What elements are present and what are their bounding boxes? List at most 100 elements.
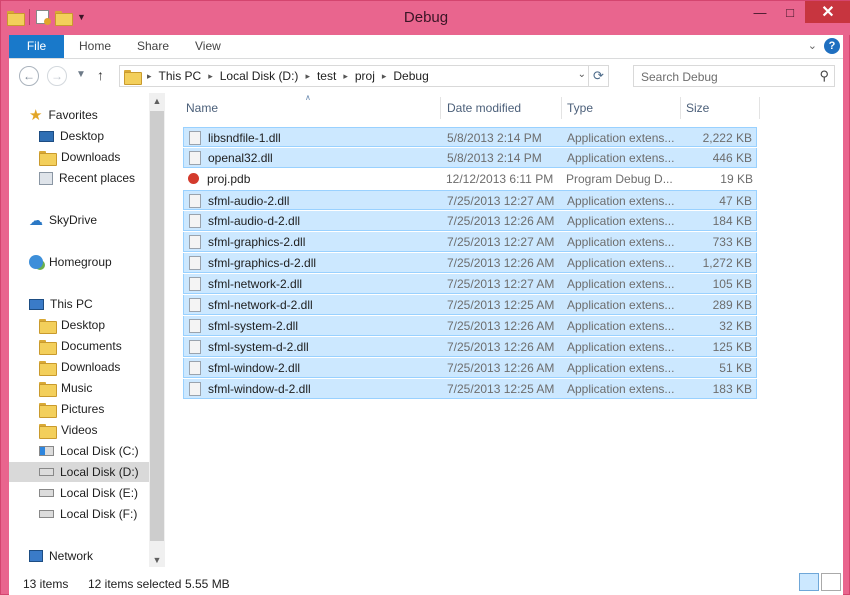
column-divider[interactable] (759, 97, 760, 119)
tab-view[interactable]: View (195, 35, 221, 58)
details-view-icon[interactable] (799, 573, 819, 591)
table-row[interactable]: libsndfile-1.dll 5/8/2013 2:14 PM Applicat… (183, 127, 757, 147)
search-icon[interactable]: ⚲ (819, 68, 829, 84)
nav-item-music[interactable]: Music (39, 378, 92, 398)
nav-this-pc[interactable]: This PC (29, 294, 93, 314)
chevron-right-icon[interactable]: ▸ (343, 71, 348, 82)
drive-icon (39, 510, 54, 518)
cloud-icon: ☁ (29, 211, 43, 228)
column-header-size[interactable]: Size (686, 101, 709, 115)
column-header-date[interactable]: Date modified (447, 101, 521, 115)
file-size: 2,222 KB (702, 131, 752, 145)
nav-item-local-disk-d[interactable]: Local Disk (D:) (9, 462, 149, 482)
close-button[interactable]: ✕ (805, 1, 850, 23)
back-button[interactable]: ← (19, 66, 39, 86)
dll-file-icon (189, 340, 201, 354)
file-name: libsndfile-1.dll (208, 131, 281, 145)
chevron-right-icon[interactable]: ▸ (305, 71, 310, 82)
tab-home[interactable]: Home (79, 35, 111, 58)
tab-file[interactable]: File (9, 35, 64, 58)
column-divider[interactable] (440, 97, 441, 119)
file-size: 1,272 KB (702, 256, 752, 270)
scrollbar-thumb[interactable] (150, 111, 164, 541)
nav-item-pictures[interactable]: Pictures (39, 399, 104, 419)
chevron-right-icon[interactable]: ▸ (147, 71, 152, 82)
breadcrumb-local-disk-d[interactable]: Local Disk (D:) (220, 69, 299, 83)
window-controls: — □ ✕ (745, 1, 850, 23)
nav-favorites[interactable]: ★ Favorites (29, 105, 98, 125)
pictures-icon (39, 402, 57, 418)
file-type: Application extens... (567, 235, 675, 249)
nav-item-local-disk-f[interactable]: Local Disk (F:) (39, 504, 137, 524)
folder-icon (124, 69, 142, 85)
computer-icon (29, 298, 44, 310)
nav-label: Music (61, 381, 93, 395)
nav-item-videos[interactable]: Videos (39, 420, 97, 440)
nav-label: Documents (61, 339, 122, 353)
help-icon[interactable]: ? (824, 38, 840, 54)
table-row[interactable]: sfml-graphics-2.dll 7/25/2013 12:27 AM App… (183, 232, 757, 252)
nav-item-desktop-pc[interactable]: Desktop (39, 315, 105, 335)
column-header-type[interactable]: Type (567, 101, 593, 115)
large-icons-view-icon[interactable] (821, 573, 841, 591)
dll-file-icon (189, 382, 201, 396)
chevron-right-icon[interactable]: ▸ (382, 71, 387, 82)
nav-item-desktop[interactable]: Desktop (39, 126, 104, 146)
dll-file-icon (189, 151, 201, 165)
tab-share[interactable]: Share (137, 35, 169, 58)
chevron-down-icon[interactable]: ⌄ (578, 69, 586, 80)
table-row[interactable]: sfml-graphics-d-2.dll 7/25/2013 12:26 AM A… (183, 253, 757, 273)
file-type: Application extens... (567, 151, 675, 165)
sort-ascending-icon: ∧ (305, 93, 311, 102)
table-row[interactable]: sfml-system-2.dll 7/25/2013 12:26 AM Appli… (183, 316, 757, 336)
drive-icon (39, 468, 54, 476)
column-header-name[interactable]: Name (186, 101, 218, 115)
nav-item-downloads-pc[interactable]: Downloads (39, 357, 120, 377)
file-name: sfml-system-2.dll (208, 319, 299, 333)
scroll-up-icon[interactable]: ▲ (149, 96, 165, 106)
selection-count: 12 items selected (88, 577, 182, 591)
recent-locations-icon[interactable]: ▼ (76, 69, 86, 80)
address-bar[interactable]: ▸ This PC ▸ Local Disk (D:) ▸ test ▸ pro… (119, 65, 609, 87)
homegroup-icon (29, 255, 43, 269)
table-row[interactable]: openal32.dll 5/8/2013 2:14 PM Application … (183, 148, 757, 168)
chevron-right-icon[interactable]: ▸ (208, 71, 213, 82)
nav-skydrive[interactable]: ☁ SkyDrive (29, 210, 97, 230)
navigation-scrollbar[interactable]: ▲ ▼ (149, 93, 165, 567)
nav-label: Pictures (61, 402, 105, 416)
maximize-button[interactable]: □ (775, 1, 805, 23)
navigation-bar: ← → ▼ ↑ ▸ This PC ▸ Local Disk (D:) ▸ te… (9, 59, 843, 93)
nav-homegroup[interactable]: Homegroup (29, 252, 112, 272)
nav-item-local-disk-e[interactable]: Local Disk (E:) (39, 483, 138, 503)
table-row[interactable]: sfml-window-2.dll 7/25/2013 12:26 AM Appli… (183, 358, 757, 378)
column-divider[interactable] (561, 97, 562, 119)
nav-item-downloads[interactable]: Downloads (39, 147, 120, 167)
breadcrumb-this-pc[interactable]: This PC (159, 69, 202, 83)
expand-ribbon-icon[interactable]: ⌄ (808, 39, 817, 52)
table-row[interactable]: sfml-audio-2.dll 7/25/2013 12:27 AM Applic… (183, 190, 757, 210)
table-row[interactable]: sfml-system-d-2.dll 7/25/2013 12:26 AM App… (183, 337, 757, 357)
column-divider[interactable] (680, 97, 681, 119)
table-row[interactable]: proj.pdb 12/12/2013 6:11 PM Program Debug … (183, 169, 757, 189)
breadcrumb-debug[interactable]: Debug (393, 69, 428, 83)
table-row[interactable]: sfml-audio-d-2.dll 7/25/2013 12:26 AM Appl… (183, 211, 757, 231)
nav-label: Downloads (61, 360, 121, 374)
refresh-icon[interactable]: ⟳ (588, 66, 608, 86)
file-size: 183 KB (712, 382, 752, 396)
table-row[interactable]: sfml-window-d-2.dll 7/25/2013 12:25 AM App… (183, 379, 757, 399)
search-box[interactable]: Search Debug ⚲ (633, 65, 835, 87)
minimize-button[interactable]: — (745, 1, 775, 23)
nav-item-local-disk-c[interactable]: Local Disk (C:) (39, 441, 139, 461)
breadcrumb-test[interactable]: test (317, 69, 336, 83)
table-row[interactable]: sfml-network-2.dll 7/25/2013 12:27 AM Appl… (183, 274, 757, 294)
table-row[interactable]: sfml-network-d-2.dll 7/25/2013 12:25 AM Ap… (183, 295, 757, 315)
nav-item-documents[interactable]: Documents (39, 336, 122, 356)
breadcrumb-proj[interactable]: proj (355, 69, 375, 83)
scroll-down-icon[interactable]: ▼ (149, 555, 165, 565)
dll-file-icon (189, 131, 201, 145)
nav-network[interactable]: Network (29, 546, 93, 566)
up-button[interactable]: ↑ (97, 67, 104, 83)
forward-button[interactable]: → (47, 66, 67, 86)
nav-item-recent-places[interactable]: Recent places (39, 168, 135, 188)
file-type: Application extens... (567, 319, 675, 333)
